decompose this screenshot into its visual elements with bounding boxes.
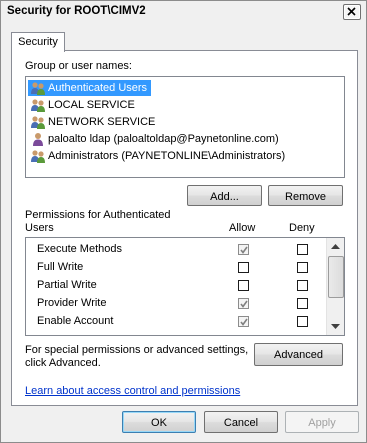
- title-bar[interactable]: Security for ROOT\CIMV2: [1, 1, 366, 23]
- allow-checkbox[interactable]: [238, 298, 249, 309]
- permission-name: Provider Write: [37, 297, 107, 309]
- add-button[interactable]: Add...: [187, 185, 262, 206]
- permission-name: Full Write: [37, 261, 84, 273]
- users-group-icon: [30, 149, 46, 163]
- permission-name: Enable Account: [37, 315, 114, 327]
- cancel-button[interactable]: Cancel: [204, 411, 278, 433]
- scroll-down-button[interactable]: [327, 318, 344, 335]
- permission-name: Execute Methods: [37, 243, 122, 255]
- allow-column-header: Allow: [229, 222, 256, 234]
- list-item-label: NETWORK SERVICE: [48, 116, 156, 128]
- close-button[interactable]: [343, 4, 361, 20]
- permission-row-enable-account: Enable Account: [26, 313, 326, 331]
- list-item-administrators[interactable]: Administrators (PAYNETONLINE\Administrat…: [28, 148, 289, 164]
- user-list[interactable]: Authenticated Users LOCAL SERVICE NETWOR…: [25, 76, 345, 178]
- permission-name: Partial Write: [37, 279, 97, 291]
- group-user-names-label: Group or user names:: [25, 60, 132, 72]
- scroll-thumb[interactable]: [328, 256, 344, 298]
- users-group-icon: [30, 115, 46, 129]
- advanced-hint-line1: For special permissions or advanced sett…: [25, 344, 249, 356]
- deny-checkbox[interactable]: [297, 244, 308, 255]
- allow-checkbox[interactable]: [238, 316, 249, 327]
- deny-checkbox[interactable]: [297, 262, 308, 273]
- help-link[interactable]: Learn about access control and permissio…: [25, 385, 240, 397]
- users-group-icon: [30, 98, 46, 112]
- deny-column-header: Deny: [289, 222, 315, 234]
- permission-row-full-write: Full Write: [26, 259, 326, 277]
- allow-checkbox[interactable]: [238, 262, 249, 273]
- security-dialog: Security for ROOT\CIMV2 Security Group o…: [0, 0, 367, 443]
- scroll-up-button[interactable]: [327, 238, 344, 255]
- list-item-network-service[interactable]: NETWORK SERVICE: [28, 114, 159, 130]
- users-group-icon: [30, 81, 46, 95]
- permissions-list[interactable]: Execute Methods Full Write Partial Write…: [25, 237, 345, 336]
- window-title: Security for ROOT\CIMV2: [7, 5, 146, 17]
- allow-checkbox[interactable]: [238, 244, 249, 255]
- list-item-label: paloalto ldap (paloaltoldap@Paynetonline…: [48, 133, 279, 145]
- list-item-label: Administrators (PAYNETONLINE\Administrat…: [48, 150, 286, 162]
- list-item-label: Authenticated Users: [48, 82, 148, 94]
- deny-checkbox[interactable]: [297, 280, 308, 291]
- permissions-label-line2: Users: [25, 222, 54, 234]
- allow-checkbox[interactable]: [238, 280, 249, 291]
- single-user-icon: [30, 132, 46, 146]
- remove-button[interactable]: Remove: [268, 185, 343, 206]
- permission-row-execute-methods: Execute Methods: [26, 241, 326, 259]
- permissions-label-line1: Permissions for Authenticated: [25, 209, 171, 221]
- tab-security-label: Security: [18, 36, 58, 48]
- deny-checkbox[interactable]: [297, 298, 308, 309]
- permissions-scrollbar[interactable]: [326, 238, 344, 335]
- ok-button[interactable]: OK: [122, 411, 196, 433]
- permission-row-provider-write: Provider Write: [26, 295, 326, 313]
- apply-button[interactable]: Apply: [285, 411, 359, 433]
- tab-security[interactable]: Security: [11, 32, 65, 52]
- list-item-local-service[interactable]: LOCAL SERVICE: [28, 97, 139, 113]
- advanced-button[interactable]: Advanced: [254, 343, 343, 366]
- list-item-label: LOCAL SERVICE: [48, 99, 135, 111]
- advanced-hint-line2: click Advanced.: [25, 357, 101, 369]
- list-item-authenticated-users[interactable]: Authenticated Users: [28, 80, 152, 96]
- deny-checkbox[interactable]: [297, 316, 308, 327]
- list-item-paloalto-ldap[interactable]: paloalto ldap (paloaltoldap@Paynetonline…: [28, 131, 283, 147]
- permission-row-partial-write: Partial Write: [26, 277, 326, 295]
